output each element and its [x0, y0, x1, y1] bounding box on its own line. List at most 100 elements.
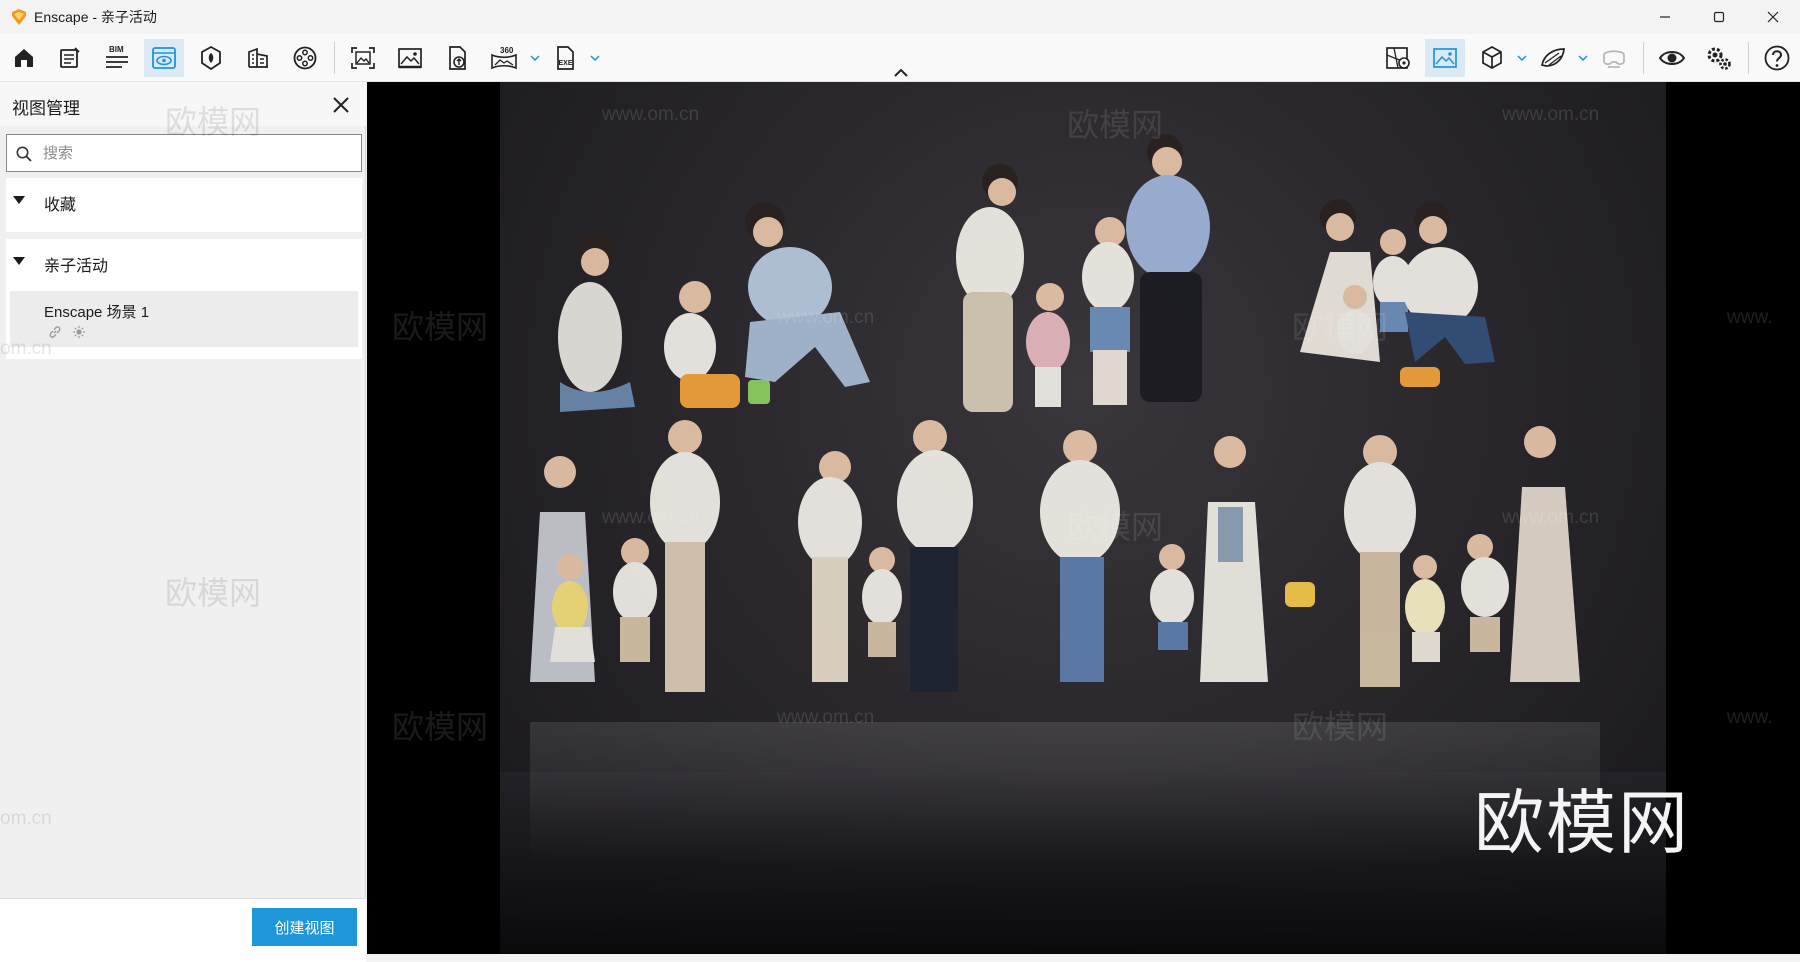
vr-headset-button[interactable]	[1594, 39, 1634, 77]
material-editor-button[interactable]	[238, 39, 278, 77]
create-view-button[interactable]: 创建视图	[252, 908, 357, 946]
screenshot-button[interactable]	[343, 39, 383, 77]
panorama-360-icon: 360	[491, 46, 517, 70]
watermark-text: 欧模网	[165, 575, 262, 611]
view-management-panel: 视图管理 收藏 亲子活动 Enscape 场景 1 创建视图	[0, 82, 366, 962]
link-icon[interactable]	[48, 325, 62, 339]
map-pin-icon	[1386, 47, 1410, 69]
close-icon	[1767, 11, 1779, 23]
chevron-down-icon	[1517, 55, 1527, 61]
watermark-text: 欧模网	[1067, 509, 1164, 545]
view-item-scene-1[interactable]: Enscape 场景 1	[10, 291, 358, 347]
bim-icon: BIM	[106, 45, 128, 68]
eye-icon	[1658, 51, 1686, 65]
watermark-url: www.om.cn	[602, 104, 700, 125]
help-button[interactable]	[1757, 39, 1797, 77]
watermark-url-partial: www.	[1727, 707, 1773, 728]
collapse-toolbar-chevron-icon[interactable]	[892, 66, 910, 80]
panorama-dropdown[interactable]	[529, 51, 541, 65]
panel-title: 视图管理	[12, 99, 80, 118]
watermark-url-partial: om.cn	[0, 808, 52, 829]
close-window-button[interactable]	[1746, 0, 1800, 34]
window-title: Enscape - 亲子活动	[34, 9, 157, 25]
favorites-group-header[interactable]: 收藏	[6, 178, 362, 222]
status-strip	[367, 954, 1800, 962]
title-bar: Enscape - 亲子活动	[0, 0, 1800, 34]
scene-group-label: 亲子活动	[44, 258, 109, 275]
toolbar-divider	[1643, 42, 1644, 74]
watermark-url-partial: om.cn	[0, 338, 52, 359]
close-panel-icon[interactable]	[330, 94, 352, 116]
cube-icon	[1482, 46, 1502, 69]
watermark-url-partial: www.	[1727, 307, 1773, 328]
view-management-button[interactable]	[144, 39, 184, 77]
home-button[interactable]	[4, 39, 44, 77]
visual-settings-button[interactable]	[1652, 39, 1692, 77]
watermark-url: www.om.cn	[777, 307, 875, 328]
film-reel-icon	[293, 46, 317, 70]
minimize-button[interactable]	[1638, 0, 1692, 34]
svg-text:EXE: EXE	[559, 60, 573, 67]
atmosphere-button[interactable]	[1425, 39, 1465, 77]
section-plane-button[interactable]	[1533, 39, 1573, 77]
search-icon	[16, 146, 32, 162]
view-mode-dropdown[interactable]	[1516, 51, 1528, 65]
scene-group: 亲子活动 Enscape 场景 1	[6, 239, 362, 359]
file-upload-icon	[449, 46, 466, 70]
minimize-icon	[1660, 16, 1670, 18]
video-editor-button[interactable]	[285, 39, 325, 77]
watermark-text: 欧模网	[392, 709, 489, 745]
favorites-group-label: 收藏	[44, 197, 77, 214]
svg-text:BIM: BIM	[109, 45, 124, 54]
view-eye-window-icon	[152, 47, 176, 69]
toolbar-divider	[334, 42, 335, 74]
render-viewport[interactable]: 欧模网 欧模网 欧模网 欧模网 欧模网 欧模网 www.om.cn www.om…	[367, 82, 1800, 954]
export-exe-button[interactable]: EXE	[545, 39, 585, 77]
watermark-text: 欧模网	[392, 309, 489, 345]
image-gallery-icon	[398, 48, 422, 69]
maximize-button[interactable]	[1692, 0, 1746, 34]
watermark-url: www.om.cn	[602, 507, 700, 528]
caret-down-icon	[13, 257, 25, 265]
favorites-group: 收藏	[6, 178, 362, 232]
building-icon	[248, 47, 268, 68]
screenshot-icon	[351, 47, 375, 69]
enscape-logo-icon	[12, 9, 26, 25]
svg-text:360: 360	[500, 46, 514, 55]
watermark-text: 欧模网	[1292, 709, 1389, 745]
leaf-section-icon	[1541, 48, 1565, 67]
search-input[interactable]	[43, 141, 353, 165]
caret-down-icon	[13, 196, 25, 204]
home-icon	[15, 49, 33, 67]
map-button[interactable]	[1378, 39, 1418, 77]
asset-library-button[interactable]	[191, 39, 231, 77]
brand-watermark: 欧模网	[1474, 782, 1690, 864]
maximize-icon	[1713, 11, 1725, 23]
web-standalone-button[interactable]	[437, 39, 477, 77]
panel-footer: 创建视图	[0, 898, 366, 962]
watermark-url: www.om.cn	[1502, 104, 1600, 125]
gears-icon	[1707, 47, 1731, 70]
panorama-button[interactable]: 360	[484, 39, 524, 77]
gallery-button[interactable]	[390, 39, 430, 77]
watermark-text: 欧模网	[165, 104, 262, 140]
orthographic-view-button[interactable]	[1472, 39, 1512, 77]
vr-headset-icon	[1603, 50, 1625, 68]
watermark-text: 欧模网	[1292, 309, 1389, 345]
watermark-url: www.om.cn	[777, 707, 875, 728]
landscape-settings-icon	[1433, 48, 1457, 68]
general-settings-button[interactable]	[1699, 39, 1739, 77]
chevron-down-icon	[590, 55, 600, 61]
sun-icon[interactable]	[72, 325, 86, 339]
exe-file-icon: EXE	[557, 46, 574, 70]
watermark-url: www.om.cn	[1502, 507, 1600, 528]
export-dropdown[interactable]	[589, 51, 601, 65]
chevron-down-icon	[1578, 55, 1588, 61]
asset-library-icon	[201, 45, 221, 71]
section-dropdown[interactable]	[1577, 51, 1589, 65]
chevron-down-icon	[530, 55, 540, 61]
project-notes-button[interactable]	[50, 39, 90, 77]
bim-button[interactable]: BIM	[97, 39, 137, 77]
toolbar-divider	[1748, 42, 1749, 74]
scene-group-header[interactable]: 亲子活动	[6, 239, 362, 283]
